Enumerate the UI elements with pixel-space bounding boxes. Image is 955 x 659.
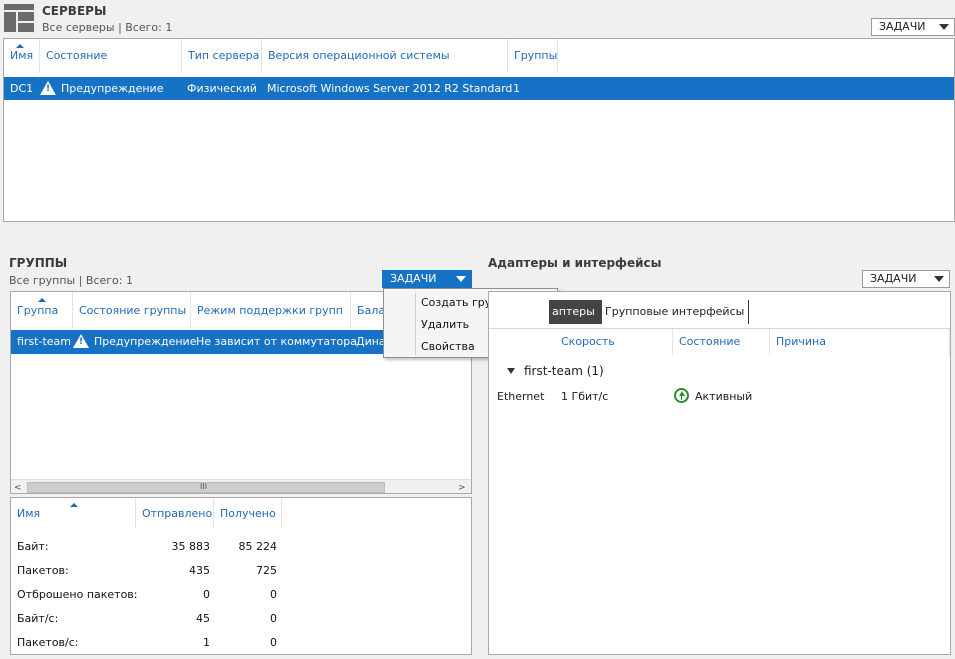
- stat-sent: 45: [196, 612, 210, 625]
- chevron-down-icon: [939, 24, 949, 30]
- adapter-name[interactable]: Ethernet: [497, 390, 544, 403]
- col-header-reason[interactable]: Причина: [770, 329, 950, 355]
- tab-adapters[interactable]: аптеры: [549, 300, 602, 324]
- col-header-adapter-state[interactable]: Состояние: [673, 329, 770, 355]
- chevron-down-icon: [456, 276, 466, 282]
- col-header-name[interactable]: Имя: [4, 39, 40, 73]
- warning-icon: [40, 81, 56, 95]
- adapter-group-label[interactable]: first-team (1): [524, 364, 604, 378]
- stat-recv: 725: [256, 564, 277, 577]
- server-type: Физический: [187, 82, 257, 95]
- stats-panel: Имя Отправлено Получено Байт: 35 883 85 …: [10, 497, 472, 655]
- stat-label: Байт:: [17, 540, 49, 553]
- group-name: first-team: [17, 335, 72, 348]
- group-state: Предупреждение: [94, 335, 197, 348]
- servers-tasks-button[interactable]: ЗАДАЧИ: [871, 18, 955, 36]
- col-header-group-mode[interactable]: Режим поддержки групп: [191, 292, 351, 328]
- table-row[interactable]: DC1 Предупреждение Физический Microsoft …: [4, 77, 954, 100]
- stat-sent: 35 883: [171, 540, 211, 553]
- server-name: DC1: [10, 82, 34, 95]
- col-header-group[interactable]: Группа: [11, 292, 73, 328]
- stat-recv: 85 224: [238, 540, 278, 553]
- stat-sent: 435: [189, 564, 210, 577]
- server-state: Предупреждение: [61, 82, 164, 95]
- stat-label: Пакетов:: [17, 564, 69, 577]
- scroll-thumb[interactable]: III: [27, 482, 385, 493]
- groups-tasks-button[interactable]: ЗАДАЧИ: [382, 270, 472, 288]
- server-groups: 1: [513, 82, 520, 95]
- menu-item-properties[interactable]: Свойства: [421, 340, 475, 353]
- servers-tasks-label: ЗАДАЧИ: [879, 20, 926, 33]
- servers-icon: [4, 4, 34, 32]
- col-header-recv[interactable]: Получено: [214, 498, 282, 528]
- groups-tasks-label: ЗАДАЧИ: [390, 272, 437, 285]
- horizontal-scrollbar[interactable]: < III >: [11, 479, 471, 493]
- col-header-groups[interactable]: Группы: [508, 39, 558, 73]
- servers-table: Имя Состояние Тип сервера Версия операци…: [3, 38, 955, 222]
- chevron-down-icon: [934, 276, 944, 282]
- menu-item-delete[interactable]: Удалить: [421, 318, 469, 331]
- col-header-state[interactable]: Состояние: [40, 39, 182, 73]
- stat-label: Пакетов/с:: [17, 636, 79, 649]
- stat-recv: 0: [270, 636, 277, 649]
- warning-icon: [73, 334, 89, 348]
- tab-team-interfaces-label: Групповые интерфейсы: [605, 305, 745, 318]
- scroll-left-icon[interactable]: <: [14, 483, 22, 493]
- active-status-icon: [674, 388, 689, 403]
- col-header-speed[interactable]: Скорость: [555, 329, 673, 355]
- adapter-speed: 1 Гбит/с: [561, 390, 609, 403]
- col-header-type[interactable]: Тип сервера: [182, 39, 262, 73]
- stat-sent: 0: [203, 588, 210, 601]
- groups-title: ГРУППЫ: [9, 256, 68, 270]
- servers-title: СЕРВЕРЫ: [42, 4, 107, 18]
- group-mode: Не зависит от коммутатора: [196, 335, 357, 348]
- stat-label: Байт/с:: [17, 612, 59, 625]
- menu-separator: [415, 293, 416, 355]
- servers-subtitle: Все серверы | Всего: 1: [42, 21, 173, 34]
- stat-label: Отброшено пакетов:: [17, 588, 138, 601]
- tab-adapters-label: аптеры: [552, 305, 595, 318]
- adapters-title: Адаптеры и интерфейсы: [488, 256, 662, 270]
- adapters-tasks-label: ЗАДАЧИ: [870, 272, 917, 285]
- col-header-stat-name[interactable]: Имя: [11, 498, 136, 528]
- col-header-sent[interactable]: Отправлено: [136, 498, 214, 528]
- tab-team-interfaces[interactable]: Групповые интерфейсы: [605, 300, 750, 324]
- stat-recv: 0: [270, 612, 277, 625]
- adapters-tasks-button[interactable]: ЗАДАЧИ: [862, 270, 950, 288]
- adapter-state: Активный: [695, 390, 753, 403]
- col-header-os[interactable]: Версия операционной системы: [262, 39, 508, 73]
- adapters-panel: аптеры Групповые интерфейсы Скорость Сос…: [488, 291, 951, 655]
- stat-sent: 1: [203, 636, 210, 649]
- server-os: Microsoft Windows Server 2012 R2 Standar…: [267, 82, 513, 95]
- scroll-right-icon[interactable]: >: [458, 483, 466, 493]
- group-balance: Дина: [356, 335, 386, 348]
- col-header-group-state[interactable]: Состояние группы: [73, 292, 191, 328]
- stat-recv: 0: [270, 588, 277, 601]
- scroll-grip: III: [200, 482, 208, 491]
- expand-triangle-icon[interactable]: [507, 368, 515, 374]
- groups-subtitle: Все группы | Всего: 1: [9, 274, 133, 287]
